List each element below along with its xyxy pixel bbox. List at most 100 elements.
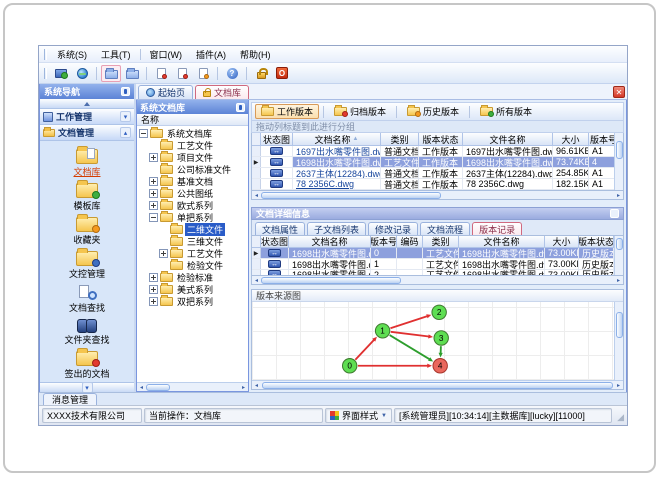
- tab-doc-properties[interactable]: 文档属性: [255, 222, 306, 235]
- group-by-bar[interactable]: 拖动列标题到此进行分组: [251, 121, 624, 133]
- menu-tools[interactable]: 工具(T): [94, 47, 138, 62]
- tree-horizontal-scrollbar[interactable]: ◂ ▸: [137, 382, 248, 391]
- scrollbar-thumb[interactable]: [262, 381, 613, 389]
- menu-window[interactable]: 窗口(W): [143, 47, 190, 62]
- monitor-button[interactable]: [51, 65, 71, 82]
- expand-icon[interactable]: [149, 188, 158, 198]
- column-header[interactable]: 类别: [381, 133, 419, 145]
- menu-help[interactable]: 帮助(H): [233, 47, 278, 62]
- grid-horizontal-scrollbar[interactable]: ◂ ▸: [251, 191, 624, 200]
- all-versions-button[interactable]: 所有版本: [474, 104, 538, 119]
- column-header[interactable]: 版本状态: [419, 133, 463, 145]
- tree-node-root[interactable]: 系统文档库: [137, 127, 248, 139]
- table-row[interactable]: ↔ 1697出水嘴零件图.dwg 普通文档 工作版本 1697出水嘴零件图.dw…: [252, 146, 614, 157]
- table-row[interactable]: ↔ 1698出水嘴零件图.dwg 1 工艺文件 1698出水嘴零件图.dwg 7…: [252, 259, 614, 270]
- table-row[interactable]: ↔ 1698出水嘴零件图.dwg 2 工艺文件 1698出水嘴零件图.dwg 7…: [252, 270, 614, 275]
- history-version-button[interactable]: 历史版本: [401, 104, 465, 119]
- doc-name-link[interactable]: 2637主体(12284).dwg: [296, 168, 380, 179]
- column-header[interactable]: 版本状态: [579, 236, 614, 247]
- tree-node[interactable]: 基准文档: [137, 175, 248, 187]
- expand-icon[interactable]: [149, 272, 158, 282]
- tree-column-header[interactable]: 名称: [137, 114, 248, 126]
- tree-node[interactable]: 三维文件: [137, 235, 248, 247]
- grid-horizontal-scrollbar[interactable]: ◂ ▸: [251, 276, 624, 285]
- tab-version-record[interactable]: 版本记录: [472, 222, 523, 235]
- scrollbar-thumb[interactable]: [615, 238, 623, 250]
- column-header[interactable]: 大小: [545, 236, 579, 247]
- column-header-sorted[interactable]: 文档名称 ▲: [293, 133, 381, 145]
- tree-node[interactable]: 公共图纸: [137, 187, 248, 199]
- scrollbar-thumb[interactable]: [261, 276, 401, 284]
- expand-icon[interactable]: [159, 248, 168, 258]
- help-button[interactable]: ?: [222, 65, 242, 82]
- menu-plugins[interactable]: 插件(A): [189, 47, 233, 62]
- tree-node[interactable]: 检验标准: [137, 271, 248, 283]
- collapse-icon[interactable]: [139, 128, 148, 138]
- sidebar-group-document[interactable]: 文档管理 ▴: [40, 125, 134, 141]
- table-row-selected[interactable]: ▶ ↔ 1698出水嘴零件图.dwg 0 工艺文件 1698出水嘴零件图.dwg…: [252, 248, 614, 259]
- grid-vertical-scrollbar[interactable]: [614, 133, 623, 190]
- expand-icon[interactable]: [149, 176, 158, 186]
- globe-button[interactable]: [72, 65, 92, 82]
- sidebar-item-doc-search[interactable]: 文档查找: [42, 283, 132, 316]
- tree-node[interactable]: 美式系列: [137, 283, 248, 295]
- tab-start-page[interactable]: 起始页: [138, 85, 194, 99]
- expand-icon[interactable]: [149, 296, 158, 306]
- table-row-selected[interactable]: ▶ ↔ 1698出水嘴零件图.dwg 工艺文件 工作版本 1698出水嘴零件图.…: [252, 157, 614, 168]
- close-icon[interactable]: ✕: [613, 86, 625, 98]
- pin-icon[interactable]: [236, 102, 245, 112]
- sidebar-collapse-strip[interactable]: [40, 99, 134, 109]
- sidebar-item-folder-search[interactable]: 文件夹查找: [42, 317, 132, 348]
- tree-node[interactable]: 公司标准文件: [137, 163, 248, 175]
- expand-icon[interactable]: [149, 152, 158, 162]
- tree-node-selected[interactable]: 二维文件: [137, 222, 248, 236]
- expand-icon[interactable]: [149, 200, 158, 210]
- grid-vertical-scrollbar[interactable]: [614, 236, 623, 275]
- column-header[interactable]: 文件名称: [463, 133, 553, 145]
- table-row[interactable]: ↔ 78 2356C.dwg 普通文档 工作版本 78 2356C.dwg 18…: [252, 179, 614, 190]
- resize-grip[interactable]: [614, 409, 624, 423]
- column-header[interactable]: 版本号: [371, 236, 397, 247]
- sidebar-item-doc-library[interactable]: 文档库: [42, 146, 132, 180]
- archived-version-button[interactable]: 归档版本: [328, 104, 392, 119]
- sidebar-item-favorites[interactable]: 收藏夹: [42, 214, 132, 248]
- tree-node[interactable]: 工艺文件: [137, 247, 248, 259]
- work-version-button[interactable]: 工作版本: [255, 104, 320, 119]
- page-send-button[interactable]: [151, 65, 171, 82]
- pin-icon[interactable]: [121, 87, 130, 96]
- exit-button[interactable]: O: [272, 65, 292, 82]
- tree-node[interactable]: 项目文件: [137, 151, 248, 163]
- page-delete-button[interactable]: [172, 65, 192, 82]
- doc-name-link[interactable]: 78 2356C.dwg: [296, 179, 354, 189]
- expand-icon[interactable]: [149, 284, 158, 294]
- graph-vertical-scrollbar[interactable]: [614, 302, 623, 380]
- doc-name-link[interactable]: 1698出水嘴零件图.dwg: [296, 157, 380, 168]
- table-row[interactable]: ↔ 2637主体(12284).dwg 普通文档 工作版本 2637主体(122…: [252, 168, 614, 179]
- tree-node[interactable]: 欧式系列: [137, 199, 248, 211]
- column-header[interactable]: 版本号: [589, 133, 614, 145]
- scrollbar-thumb[interactable]: [615, 141, 623, 159]
- column-header[interactable]: 编码: [397, 236, 423, 247]
- graph-horizontal-scrollbar[interactable]: ◂ ▸: [252, 380, 623, 389]
- column-header[interactable]: 大小: [553, 133, 589, 145]
- menu-system[interactable]: 系统(S): [50, 47, 94, 62]
- tab-doc-flow[interactable]: 文档流程: [420, 222, 471, 235]
- column-header[interactable]: 文档名称: [289, 236, 371, 247]
- column-header[interactable]: 状态图: [261, 133, 293, 145]
- scrollbar-thumb[interactable]: [146, 383, 170, 391]
- column-header[interactable]: 类别: [423, 236, 459, 247]
- scrollbar-thumb[interactable]: [261, 191, 441, 199]
- tree-node[interactable]: 工艺文件: [137, 139, 248, 151]
- column-header[interactable]: 文件名称: [459, 236, 545, 247]
- sidebar-group-work[interactable]: 工作管理 ▾: [40, 109, 134, 125]
- tree-node[interactable]: 双把系列: [137, 295, 248, 307]
- lock-button[interactable]: [251, 65, 271, 82]
- doc-name-link[interactable]: 1697出水嘴零件图.dwg: [296, 146, 380, 157]
- ui-style-dropdown[interactable]: 界面样式 ▼: [325, 408, 392, 423]
- sidebar-item-template-library[interactable]: 模板库: [42, 180, 132, 214]
- folder-view-button[interactable]: [122, 65, 142, 82]
- sidebar-collapse-strip[interactable]: ▾: [40, 382, 134, 392]
- tree-node[interactable]: 检验文件: [137, 259, 248, 271]
- version-graph-canvas[interactable]: 0 1 2 3 4: [252, 302, 614, 380]
- tab-subdoc-list[interactable]: 子文档列表: [307, 222, 367, 235]
